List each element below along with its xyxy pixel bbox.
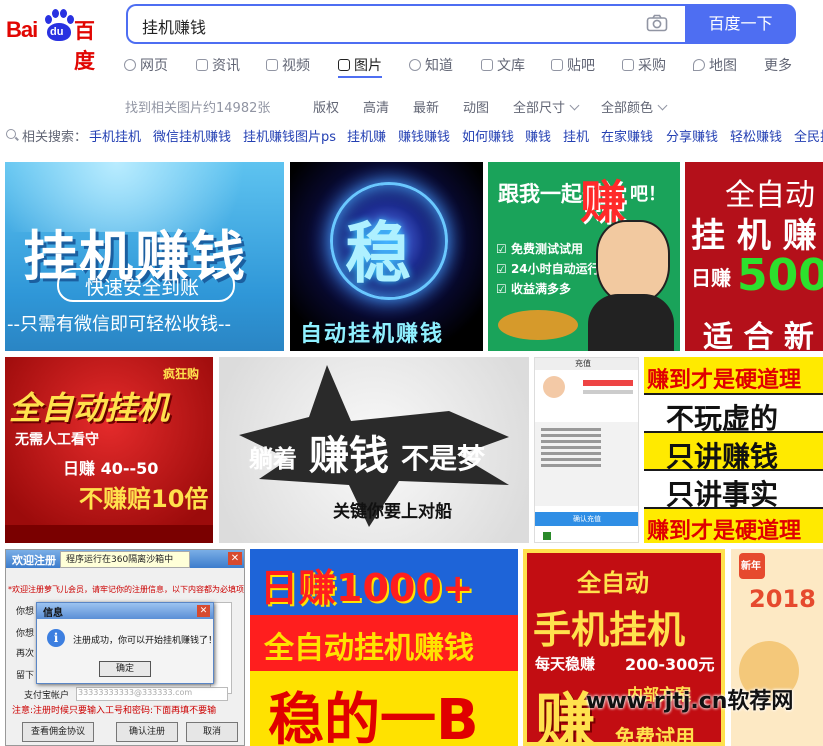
confirm-register-button[interactable]: 确认注册 — [116, 722, 178, 742]
search-input[interactable]: 挂机赚钱 — [126, 4, 686, 44]
image-result[interactable]: 躺着 赚钱 不是梦 关键你要上对船 — [219, 357, 529, 543]
cartoon-figure — [596, 220, 670, 304]
tab-zhidao[interactable]: 知道 — [409, 55, 453, 75]
filter-latest[interactable]: 最新 — [413, 97, 439, 116]
filter-bar: 找到相关图片约14982张 版权 高清 最新 动图 全部尺寸 全部颜色 — [0, 96, 823, 116]
related-searches: 相关搜索： 手机挂机 微信挂机赚钱 挂机赚钱图片ps 挂机赚 赚钱赚钱 如何赚钱… — [0, 126, 823, 145]
image-icon — [338, 59, 350, 71]
search-icon — [6, 129, 16, 139]
chevron-down-icon — [569, 100, 580, 111]
related-label: 相关搜索： — [22, 130, 88, 145]
filter-color[interactable]: 全部颜色 — [601, 97, 668, 116]
tab-news[interactable]: 资讯 — [196, 55, 240, 75]
image-result[interactable]: 全自动 挂 机 赚 日赚 500 适 合 新 — [685, 162, 823, 351]
related-link[interactable]: 在家赚钱 — [601, 126, 653, 145]
tab-web[interactable]: 网页 — [124, 55, 168, 75]
image-result[interactable]: 充值 确认充值 — [534, 357, 639, 543]
related-link[interactable]: 赚钱 — [525, 126, 551, 145]
search-icon — [124, 59, 136, 71]
close-icon[interactable]: ✕ — [197, 605, 210, 617]
related-link[interactable]: 分享赚钱 — [666, 126, 718, 145]
image-result[interactable]: 日赚1000+ 全自动挂机赚钱 稳的一B — [250, 549, 518, 746]
related-link[interactable]: 全民挂 — [794, 126, 823, 145]
related-link[interactable]: 手机挂机 — [89, 126, 141, 145]
search-query: 挂机赚钱 — [142, 18, 207, 37]
close-icon[interactable]: ✕ — [228, 552, 242, 565]
news-icon — [196, 59, 208, 71]
filter-size[interactable]: 全部尺寸 — [513, 97, 580, 116]
video-icon — [266, 59, 278, 71]
question-icon — [409, 59, 421, 71]
result-count: 找到相关图片约14982张 — [125, 101, 271, 116]
related-link[interactable]: 如何赚钱 — [462, 126, 514, 145]
tab-tieba[interactable]: 贴吧 — [551, 55, 595, 75]
camera-icon[interactable] — [646, 14, 668, 32]
search-bar: 挂机赚钱 百度一下 — [126, 4, 796, 44]
related-link[interactable]: 轻松赚钱 — [730, 126, 782, 145]
image-result[interactable]: 全自动 手机挂机 每天稳赚 200-300元 赚 内部方案 免费试用 — [523, 549, 725, 746]
filter-animated[interactable]: 动图 — [463, 97, 489, 116]
related-link[interactable]: 挂机赚 — [347, 126, 386, 145]
image-result[interactable]: 欢迎注册 程序运行在360隔离沙箱中 ✕ *欢迎注册萝飞儿会员，请牢记你的注册信… — [5, 549, 245, 746]
ok-button[interactable]: 确定 — [99, 661, 151, 677]
image-result[interactable]: 赚到才是硬道理 不玩虚的 只讲赚钱 只讲事实 赚到才是硬道理 — [644, 357, 823, 543]
cancel-button[interactable]: 取消 — [186, 722, 238, 742]
map-icon — [693, 59, 705, 71]
tieba-icon — [551, 59, 563, 71]
tab-purchase[interactable]: 采购 — [622, 55, 666, 75]
image-result[interactable]: 挂机赚钱 快速安全到账 --只需有微信即可轻松收钱-- — [5, 162, 284, 351]
tab-images[interactable]: 图片 — [338, 55, 382, 75]
logo-cn: 百度 — [74, 19, 95, 73]
related-link[interactable]: 挂机赚钱图片ps — [243, 126, 336, 145]
tab-video[interactable]: 视频 — [266, 55, 310, 75]
baidu-logo[interactable]: Bai du 百度 — [4, 8, 108, 73]
tab-wenku[interactable]: 文库 — [481, 55, 525, 75]
image-result[interactable]: 疯狂购 全自动挂机 无需人工看守 日赚 40--50 不赚赔10倍 — [5, 357, 213, 543]
info-dialog: 信息 ✕ i 注册成功，你可以开始挂机赚钱了！ 确定 — [36, 602, 217, 684]
doc-icon — [481, 59, 493, 71]
chevron-down-icon — [657, 100, 668, 111]
view-agreement-button[interactable]: 查看佣金协议 — [22, 722, 94, 742]
logo-latin: Bai — [6, 17, 38, 42]
filter-hd[interactable]: 高清 — [363, 97, 389, 116]
cart-icon — [622, 59, 634, 71]
image-result[interactable]: 稳 自动挂机赚钱 — [290, 162, 483, 351]
image-result[interactable]: 新年 2018 — [731, 549, 823, 746]
search-button[interactable]: 百度一下 — [685, 4, 796, 44]
paw-icon: du — [42, 9, 74, 41]
related-link[interactable]: 赚钱赚钱 — [398, 126, 450, 145]
tab-map[interactable]: 地图 — [693, 55, 737, 75]
related-link[interactable]: 微信挂机赚钱 — [153, 126, 231, 145]
info-icon: i — [47, 629, 65, 647]
watermark-text: www.rjtj.cn软荐网 — [586, 689, 794, 714]
active-tab-underline — [338, 76, 382, 78]
related-link[interactable]: 挂机 — [563, 126, 589, 145]
filter-copyright[interactable]: 版权 — [313, 97, 339, 116]
image-result[interactable]: 跟我一起来 赚 吧！ ☑ 免费测试试用 ☑ 24小时自动运行 ☑ 收益满多多 — [488, 162, 680, 351]
tab-more[interactable]: 更多 — [764, 55, 792, 75]
